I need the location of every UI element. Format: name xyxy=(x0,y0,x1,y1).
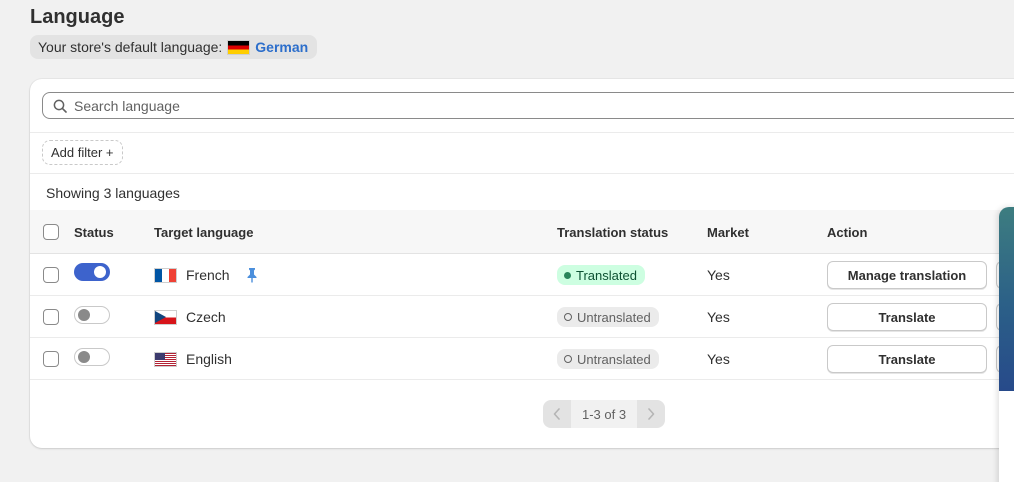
target-language-cell: French xyxy=(154,267,259,283)
language-name: English xyxy=(186,351,232,367)
select-all-checkbox[interactable] xyxy=(43,224,59,240)
previous-page-button[interactable] xyxy=(543,400,571,428)
czech-flag-icon xyxy=(154,309,177,325)
row-checkbox[interactable] xyxy=(43,267,59,283)
market-cell: Yes xyxy=(707,267,730,283)
search-icon xyxy=(53,99,67,113)
market-cell: Yes xyxy=(707,351,730,367)
column-translation-status: Translation status xyxy=(557,225,669,240)
pagination: 1-3 of 3 xyxy=(543,400,666,428)
us-flag-icon xyxy=(154,351,177,367)
germany-flag-icon xyxy=(227,39,251,55)
row-checkbox[interactable] xyxy=(43,309,59,325)
divider xyxy=(30,132,1014,133)
search-field[interactable] xyxy=(42,92,1014,119)
column-action: Action xyxy=(827,225,868,240)
translation-status-text: Translated xyxy=(576,267,637,283)
search-input[interactable] xyxy=(74,97,674,114)
languages-card: Add filter + Showing 3 languages Status … xyxy=(30,79,1014,448)
translation-status-badge: Translated xyxy=(557,265,645,285)
pin-icon[interactable] xyxy=(245,267,259,283)
translate-button[interactable]: Translate xyxy=(827,303,987,331)
row-checkbox[interactable] xyxy=(43,351,59,367)
default-language-link[interactable]: German xyxy=(255,39,308,55)
column-status: Status xyxy=(74,225,114,240)
showing-count: Showing 3 languages xyxy=(46,185,180,201)
default-language-banner: Your store's default language: German xyxy=(30,35,318,59)
translation-status-badge: Untranslated xyxy=(557,307,659,327)
translation-status-text: Untranslated xyxy=(577,351,651,367)
target-language-cell: English xyxy=(154,351,232,367)
translation-status-badge: Untranslated xyxy=(557,349,659,369)
table-row: French Translated Yes Manage translation xyxy=(30,254,1014,296)
side-panel[interactable] xyxy=(999,207,1014,482)
france-flag-icon xyxy=(154,267,177,283)
language-name: French xyxy=(186,267,230,283)
chevron-right-icon xyxy=(648,408,655,420)
column-target-language: Target language xyxy=(154,225,254,240)
table-row: Czech Untranslated Yes Translate xyxy=(30,296,1014,338)
divider xyxy=(30,173,1014,174)
page-title: Language xyxy=(30,6,125,28)
side-panel-accent xyxy=(999,207,1014,391)
status-toggle[interactable] xyxy=(74,263,110,281)
column-market: Market xyxy=(707,225,749,240)
table-header: Status Target language Translation statu… xyxy=(30,210,1014,254)
manage-translation-button[interactable]: Manage translation xyxy=(827,261,987,289)
status-toggle[interactable] xyxy=(74,306,110,324)
chevron-left-icon xyxy=(553,408,560,420)
market-cell: Yes xyxy=(707,309,730,325)
target-language-cell: Czech xyxy=(154,309,226,325)
translate-button[interactable]: Translate xyxy=(827,345,987,373)
pagination-range: 1-3 of 3 xyxy=(571,400,638,428)
translation-status-text: Untranslated xyxy=(577,309,651,325)
status-toggle[interactable] xyxy=(74,348,110,366)
next-page-button[interactable] xyxy=(637,400,666,428)
language-name: Czech xyxy=(186,309,226,325)
table-row: English Untranslated Yes Translate xyxy=(30,338,1014,380)
default-language-label: Your store's default language: xyxy=(38,39,223,55)
add-filter-button[interactable]: Add filter + xyxy=(42,140,123,165)
